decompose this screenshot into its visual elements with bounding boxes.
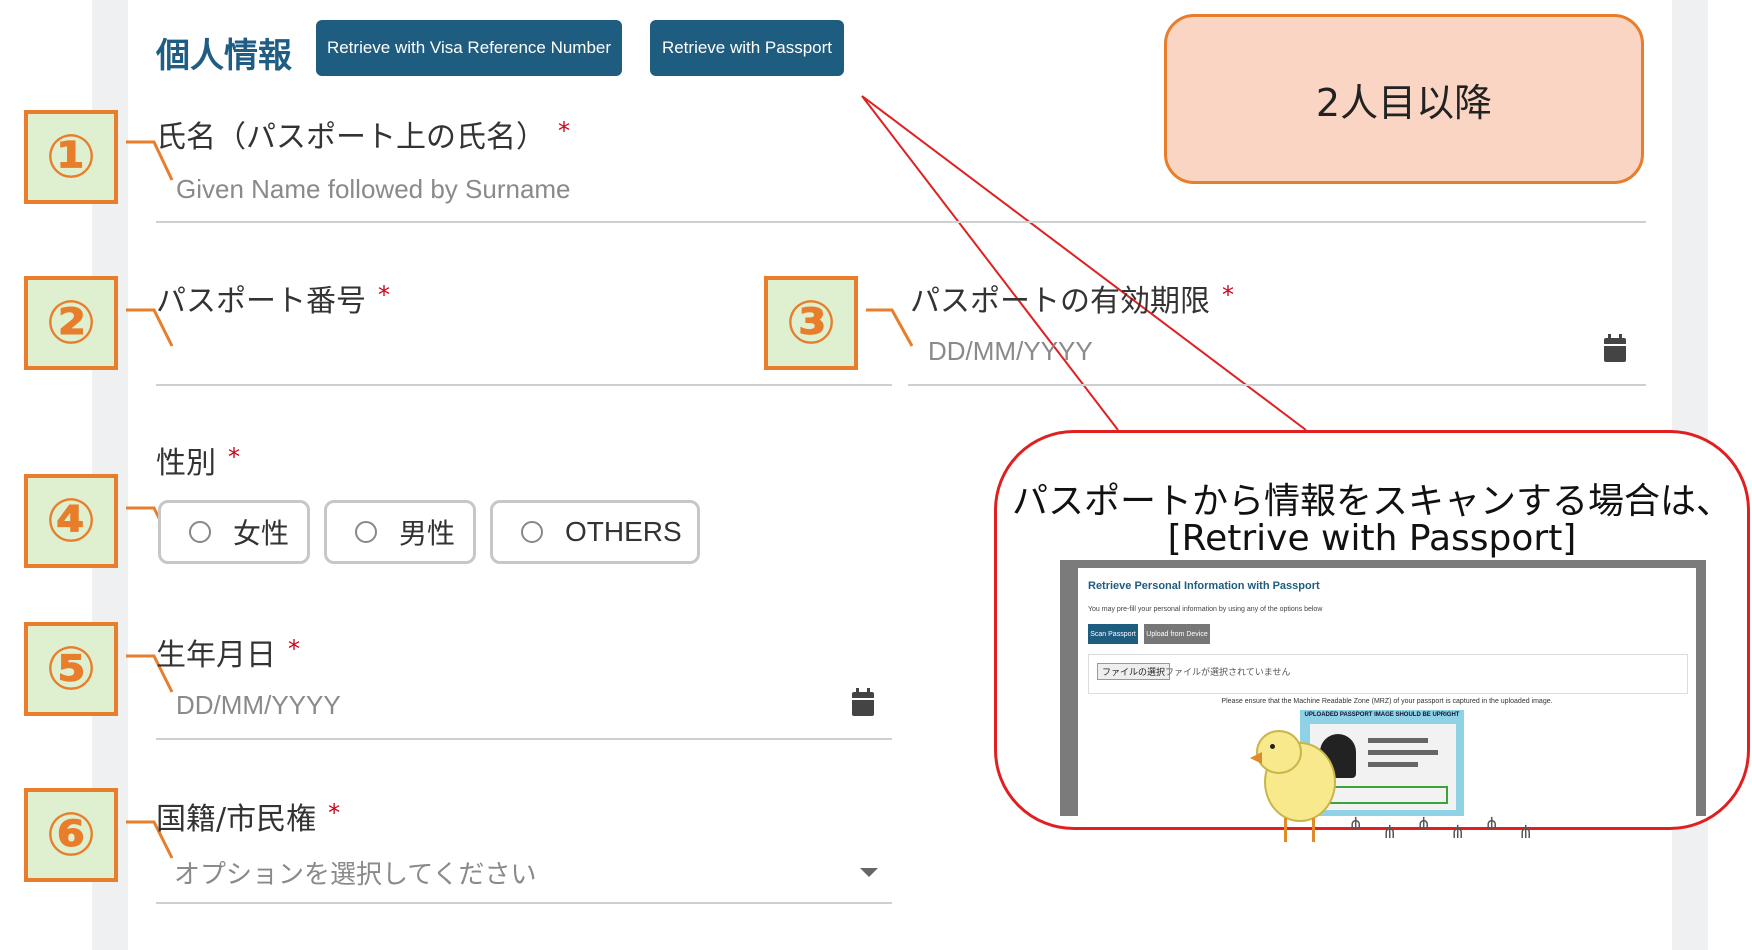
nationality-select[interactable]: オプションを選択してください [174,854,536,891]
choose-file-button[interactable]: ファイルの選択 [1097,663,1171,680]
passport-number-label: パスポート番号 * [156,276,390,320]
radio-circle-icon [189,521,211,543]
callout-line-2: [Retrive with Passport] [1167,518,1577,559]
footprint-icon: ⋔ [1382,822,1398,843]
gender-option-others[interactable]: OTHERS [490,500,700,564]
dob-label-text: 生年月日 [156,638,276,673]
name-label: 氏名（パスポート上の氏名） * [156,112,570,156]
chick-head [1256,730,1302,774]
radio-circle-icon [521,521,543,543]
required-mark: * [228,443,240,471]
calendar-icon[interactable] [852,688,874,716]
chick-eye [1270,744,1275,749]
chevron-down-icon[interactable] [860,868,878,877]
dob-underline [156,738,892,740]
marker-4: ④ [24,474,118,568]
mrz-note: Please ensure that the Machine Readable … [1221,698,1553,705]
passport-text-line [1368,750,1438,755]
passport-number-label-text: パスポート番号 [156,284,366,319]
required-mark: * [288,635,300,663]
dob-input[interactable]: DD/MM/YYYY [176,690,341,721]
dob-label: 生年月日 * [156,630,300,674]
upload-from-device-button[interactable]: Upload from Device [1144,624,1210,644]
footprint-icon: ⋔ [1416,814,1432,835]
chick-beak [1250,752,1262,764]
gender-option-label: OTHERS [565,516,682,547]
required-mark: * [558,117,570,145]
passport-number-input[interactable] [156,330,892,382]
gender-option-label: 女性 [233,517,290,550]
mrz-highlight [1318,786,1448,804]
scan-passport-button[interactable]: Scan Passport [1088,624,1138,644]
gender-label: 性別 * [156,438,240,482]
passport-expiry-underline [908,384,1646,386]
radio-circle-icon [355,521,377,543]
footprint-icon: ⋔ [1518,822,1534,843]
marker-5: ⑤ [24,622,118,716]
marker-2: ② [24,276,118,370]
required-mark: * [328,799,341,827]
file-picker: ファイルの選択 ファイルが選択されていません [1088,654,1688,694]
callout-line-1: パスポートから情報をスキャンする場合は、 [1011,481,1732,522]
required-mark: * [378,281,390,309]
upright-notice: UPLOADED PASSPORT IMAGE SHOULD BE UPRIGH… [1304,712,1460,718]
passport-text-line [1368,738,1428,743]
passport-expiry-label-text: パスポートの有効期限 [910,284,1210,319]
gender-option-male[interactable]: 男性 [324,500,476,564]
footprint-icon: ⋔ [1484,814,1500,835]
calendar-icon[interactable] [1604,334,1626,362]
chick-leg [1312,818,1315,842]
marker-6: ⑥ [24,788,118,882]
footprint-icon: ⋔ [1450,822,1466,843]
marker-1: ① [24,110,118,204]
passport-text-line [1368,762,1418,767]
gender-option-label: 男性 [399,517,456,550]
gender-option-female[interactable]: 女性 [158,500,310,564]
name-underline [156,221,1646,223]
screenshot-title: Retrieve Personal Information with Passp… [1088,580,1320,592]
chick-leg [1284,818,1287,842]
no-file-text: ファイルが選択されていません [1165,667,1291,677]
name-label-text: 氏名（パスポート上の氏名） [156,120,546,155]
passport-retrieve-screenshot: Retrieve Personal Information with Passp… [1060,560,1706,816]
screenshot-content: Retrieve Personal Information with Passp… [1078,568,1696,816]
gender-label-text: 性別 [156,446,216,481]
passport-number-underline [156,384,892,386]
nationality-label: 国籍/市民権 * [156,794,340,838]
passport-expiry-label: パスポートの有効期限 * [910,276,1234,320]
passport-expiry-input[interactable]: DD/MM/YYYY [928,336,1093,367]
name-input[interactable]: Given Name followed by Surname [176,174,571,205]
nationality-label-text: 国籍/市民権 [156,802,317,837]
required-mark: * [1222,281,1234,309]
screenshot-subtitle: You may pre-fill your personal informati… [1088,606,1323,613]
footprint-icon: ⋔ [1348,814,1364,835]
nationality-underline [156,902,892,904]
